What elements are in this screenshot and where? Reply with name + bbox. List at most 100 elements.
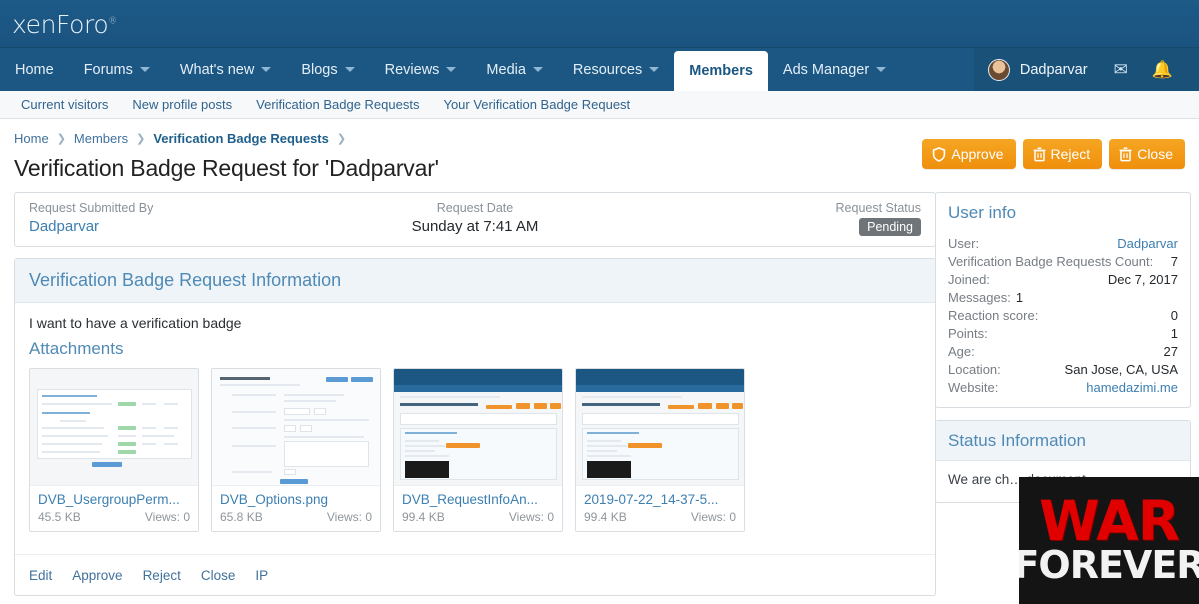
- site-logo[interactable]: xenForo®: [12, 10, 117, 39]
- nav-label: Media: [486, 61, 526, 78]
- user-info-row-location: Location: San Jose, CA, USA: [948, 360, 1178, 378]
- request-date-label: Request Date: [436, 201, 514, 215]
- nav-item-resources[interactable]: Resources: [558, 48, 674, 91]
- attachment-thumbnail[interactable]: [576, 369, 744, 485]
- chevron-down-icon: [649, 67, 660, 72]
- attachment-size: 45.5 KB: [38, 510, 81, 524]
- user-profile-link[interactable]: Dadparvar: [1117, 236, 1178, 251]
- panel-title: Verification Badge Request Information: [15, 259, 935, 303]
- nav-item-blogs[interactable]: Blogs: [286, 48, 369, 91]
- attachment-name[interactable]: DVB_Options.png: [220, 492, 372, 507]
- close-button-label: Close: [1137, 146, 1173, 162]
- panel-body: I want to have a verification badge Atta…: [15, 303, 935, 542]
- bell-icon[interactable]: 🔔: [1142, 61, 1183, 78]
- user-info-title: User info: [948, 203, 1017, 222]
- attachment-size: 65.8 KB: [220, 510, 263, 524]
- website-link[interactable]: hamedazimi.me: [1086, 380, 1178, 395]
- submitted-by-value: Dadparvar: [29, 218, 326, 235]
- attachment-item[interactable]: DVB_Options.png 65.8 KB Views: 0: [211, 368, 381, 532]
- nav-label: What's new: [179, 61, 255, 78]
- breadcrumb-item-home[interactable]: Home: [14, 131, 49, 146]
- main-navigation: Home Forums What's new Blogs Reviews Med…: [0, 48, 1199, 91]
- trash-icon: [1119, 146, 1132, 162]
- attachment-item[interactable]: 2019-07-22_14-37-5... 99.4 KB Views: 0: [575, 368, 745, 532]
- attachments-list: DVB_UsergroupPerm... 45.5 KB Views: 0 DV…: [29, 368, 921, 532]
- sub-navigation: Current visitors New profile posts Verif…: [0, 91, 1199, 119]
- request-text: I want to have a verification badge: [29, 315, 242, 331]
- footer-link-edit[interactable]: Edit: [29, 568, 52, 583]
- request-status-label: Request Status: [835, 201, 921, 215]
- row-key: Points:: [948, 325, 988, 341]
- nav-label: Forums: [83, 61, 133, 78]
- close-button[interactable]: Close: [1109, 139, 1185, 169]
- title-row: Verification Badge Request for 'Dadparva…: [8, 139, 1191, 192]
- row-key: Joined:: [948, 271, 990, 287]
- row-value: hamedazimi.me: [1086, 380, 1178, 395]
- subnav-item-your-verification-badge-request[interactable]: Your Verification Badge Request: [432, 97, 641, 112]
- attachment-item[interactable]: DVB_RequestInfoAn... 99.4 KB Views: 0: [393, 368, 563, 532]
- subnav-item-current-visitors[interactable]: Current visitors: [10, 97, 119, 112]
- attachment-name[interactable]: DVB_RequestInfoAn...: [402, 492, 554, 507]
- attachment-views: Views: 0: [326, 510, 372, 524]
- attachment-views: Views: 0: [690, 510, 736, 524]
- request-summary-strip: Request Submitted By Dadparvar Request D…: [14, 192, 936, 247]
- attachment-thumbnail[interactable]: [212, 369, 380, 485]
- nav-label: Resources: [572, 61, 643, 78]
- overlay-line-2: FOREVER: [1019, 542, 1199, 587]
- row-value: Dadparvar: [1117, 236, 1178, 251]
- chevron-right-icon: ❯: [136, 133, 146, 145]
- war-forever-overlay-image: WAR FOREVER: [1019, 477, 1199, 604]
- footer-link-ip[interactable]: IP: [255, 568, 268, 583]
- row-key: Verification Badge Requests Count:: [948, 253, 1154, 269]
- user-menu-area: Dadparvar ✉ 🔔: [973, 48, 1199, 91]
- panel-footer-links: Edit Approve Reject Close IP: [15, 554, 935, 595]
- row-key: Age:: [948, 343, 975, 359]
- chevron-down-icon: [876, 67, 887, 72]
- nav-item-media[interactable]: Media: [471, 48, 558, 91]
- attachment-name[interactable]: 2019-07-22_14-37-5...: [584, 492, 736, 507]
- nav-item-whats-new[interactable]: What's new: [165, 48, 287, 91]
- attachment-meta: DVB_UsergroupPerm... 45.5 KB Views: 0: [30, 485, 198, 531]
- avatar[interactable]: [987, 58, 1010, 81]
- footer-link-close[interactable]: Close: [201, 568, 236, 583]
- sidebar: User info User: Dadparvar Verification B…: [935, 192, 1191, 515]
- attachment-thumbnail[interactable]: [394, 369, 562, 485]
- footer-link-approve[interactable]: Approve: [72, 568, 122, 583]
- request-information-panel: Verification Badge Request Information I…: [14, 258, 936, 596]
- logo-registered-mark: ®: [108, 16, 117, 27]
- approve-button[interactable]: Approve: [922, 139, 1016, 169]
- user-info-row-messages: Messages: 1: [948, 288, 1178, 306]
- chevron-down-icon: [532, 67, 543, 72]
- nav-item-ads-manager[interactable]: Ads Manager: [768, 48, 901, 91]
- nav-item-members[interactable]: Members: [674, 51, 768, 91]
- attachment-thumbnail[interactable]: [30, 369, 198, 485]
- user-info-row-points: Points: 1: [948, 324, 1178, 342]
- reject-button[interactable]: Reject: [1022, 139, 1103, 169]
- attachment-item[interactable]: DVB_UsergroupPerm... 45.5 KB Views: 0: [29, 368, 199, 532]
- subnav-item-verification-badge-requests[interactable]: Verification Badge Requests: [245, 97, 430, 112]
- nav-label: Blogs: [301, 61, 338, 78]
- row-value: 1: [1015, 289, 1024, 305]
- chevron-right-icon: ❯: [336, 133, 347, 145]
- nav-item-reviews[interactable]: Reviews: [370, 48, 472, 91]
- chevron-down-icon: [446, 67, 457, 72]
- submitted-by-block: Request Submitted By Dadparvar: [29, 201, 326, 236]
- nav-item-home[interactable]: Home: [0, 48, 69, 91]
- attachment-name[interactable]: DVB_UsergroupPerm...: [38, 492, 190, 507]
- page-root: xenForo® Home Forums What's new Blogs Re…: [0, 0, 1199, 604]
- submitted-by-user-link[interactable]: Dadparvar: [29, 218, 99, 235]
- current-username[interactable]: Dadparvar: [1020, 62, 1088, 78]
- nav-label: Members: [689, 63, 753, 79]
- mail-icon[interactable]: ✉: [1104, 61, 1138, 78]
- user-info-row-reaction-score: Reaction score: 0: [948, 306, 1178, 324]
- user-info-row-request-count: Verification Badge Requests Count: 7: [948, 252, 1178, 270]
- user-info-row-website: Website: hamedazimi.me: [948, 378, 1178, 396]
- footer-link-reject[interactable]: Reject: [143, 568, 181, 583]
- breadcrumb-item-verification-badge-requests[interactable]: Verification Badge Requests: [153, 131, 329, 146]
- nav-label: Reviews: [384, 61, 440, 78]
- nav-item-forums[interactable]: Forums: [69, 48, 165, 91]
- subnav-item-new-profile-posts[interactable]: New profile posts: [121, 97, 243, 112]
- breadcrumb-item-members[interactable]: Members: [74, 131, 128, 146]
- chevron-down-icon: [139, 67, 150, 72]
- shield-icon: [932, 146, 946, 162]
